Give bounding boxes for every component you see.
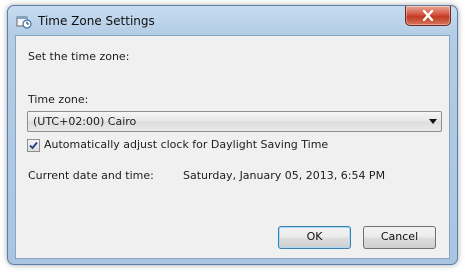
time-zone-dropdown[interactable]: (UTC+02:00) Cairo xyxy=(27,111,442,132)
time-zone-value: (UTC+02:00) Cairo xyxy=(33,115,137,128)
cancel-button[interactable]: Cancel xyxy=(363,226,436,249)
close-button[interactable] xyxy=(405,6,451,26)
window-title: Time Zone Settings xyxy=(38,14,155,28)
time-zone-dialog: Time Zone Settings Set the time zone: Ti… xyxy=(7,5,458,265)
current-datetime-label: Current date and time: xyxy=(28,169,154,182)
close-icon xyxy=(422,10,434,21)
checkmark-icon xyxy=(29,141,38,150)
current-datetime-value: Saturday, January 05, 2013, 6:54 PM xyxy=(183,169,386,182)
dst-checkbox[interactable] xyxy=(27,139,40,152)
chevron-down-icon xyxy=(429,119,437,124)
instruction-text: Set the time zone: xyxy=(28,50,130,63)
clock-settings-icon xyxy=(16,13,32,29)
dialog-content: Set the time zone: Time zone: (UTC+02:00… xyxy=(15,35,450,259)
dst-label: Automatically adjust clock for Daylight … xyxy=(44,138,329,151)
ok-button[interactable]: OK xyxy=(278,226,351,249)
title-bar[interactable]: Time Zone Settings xyxy=(8,6,457,34)
time-zone-label: Time zone: xyxy=(28,93,89,106)
